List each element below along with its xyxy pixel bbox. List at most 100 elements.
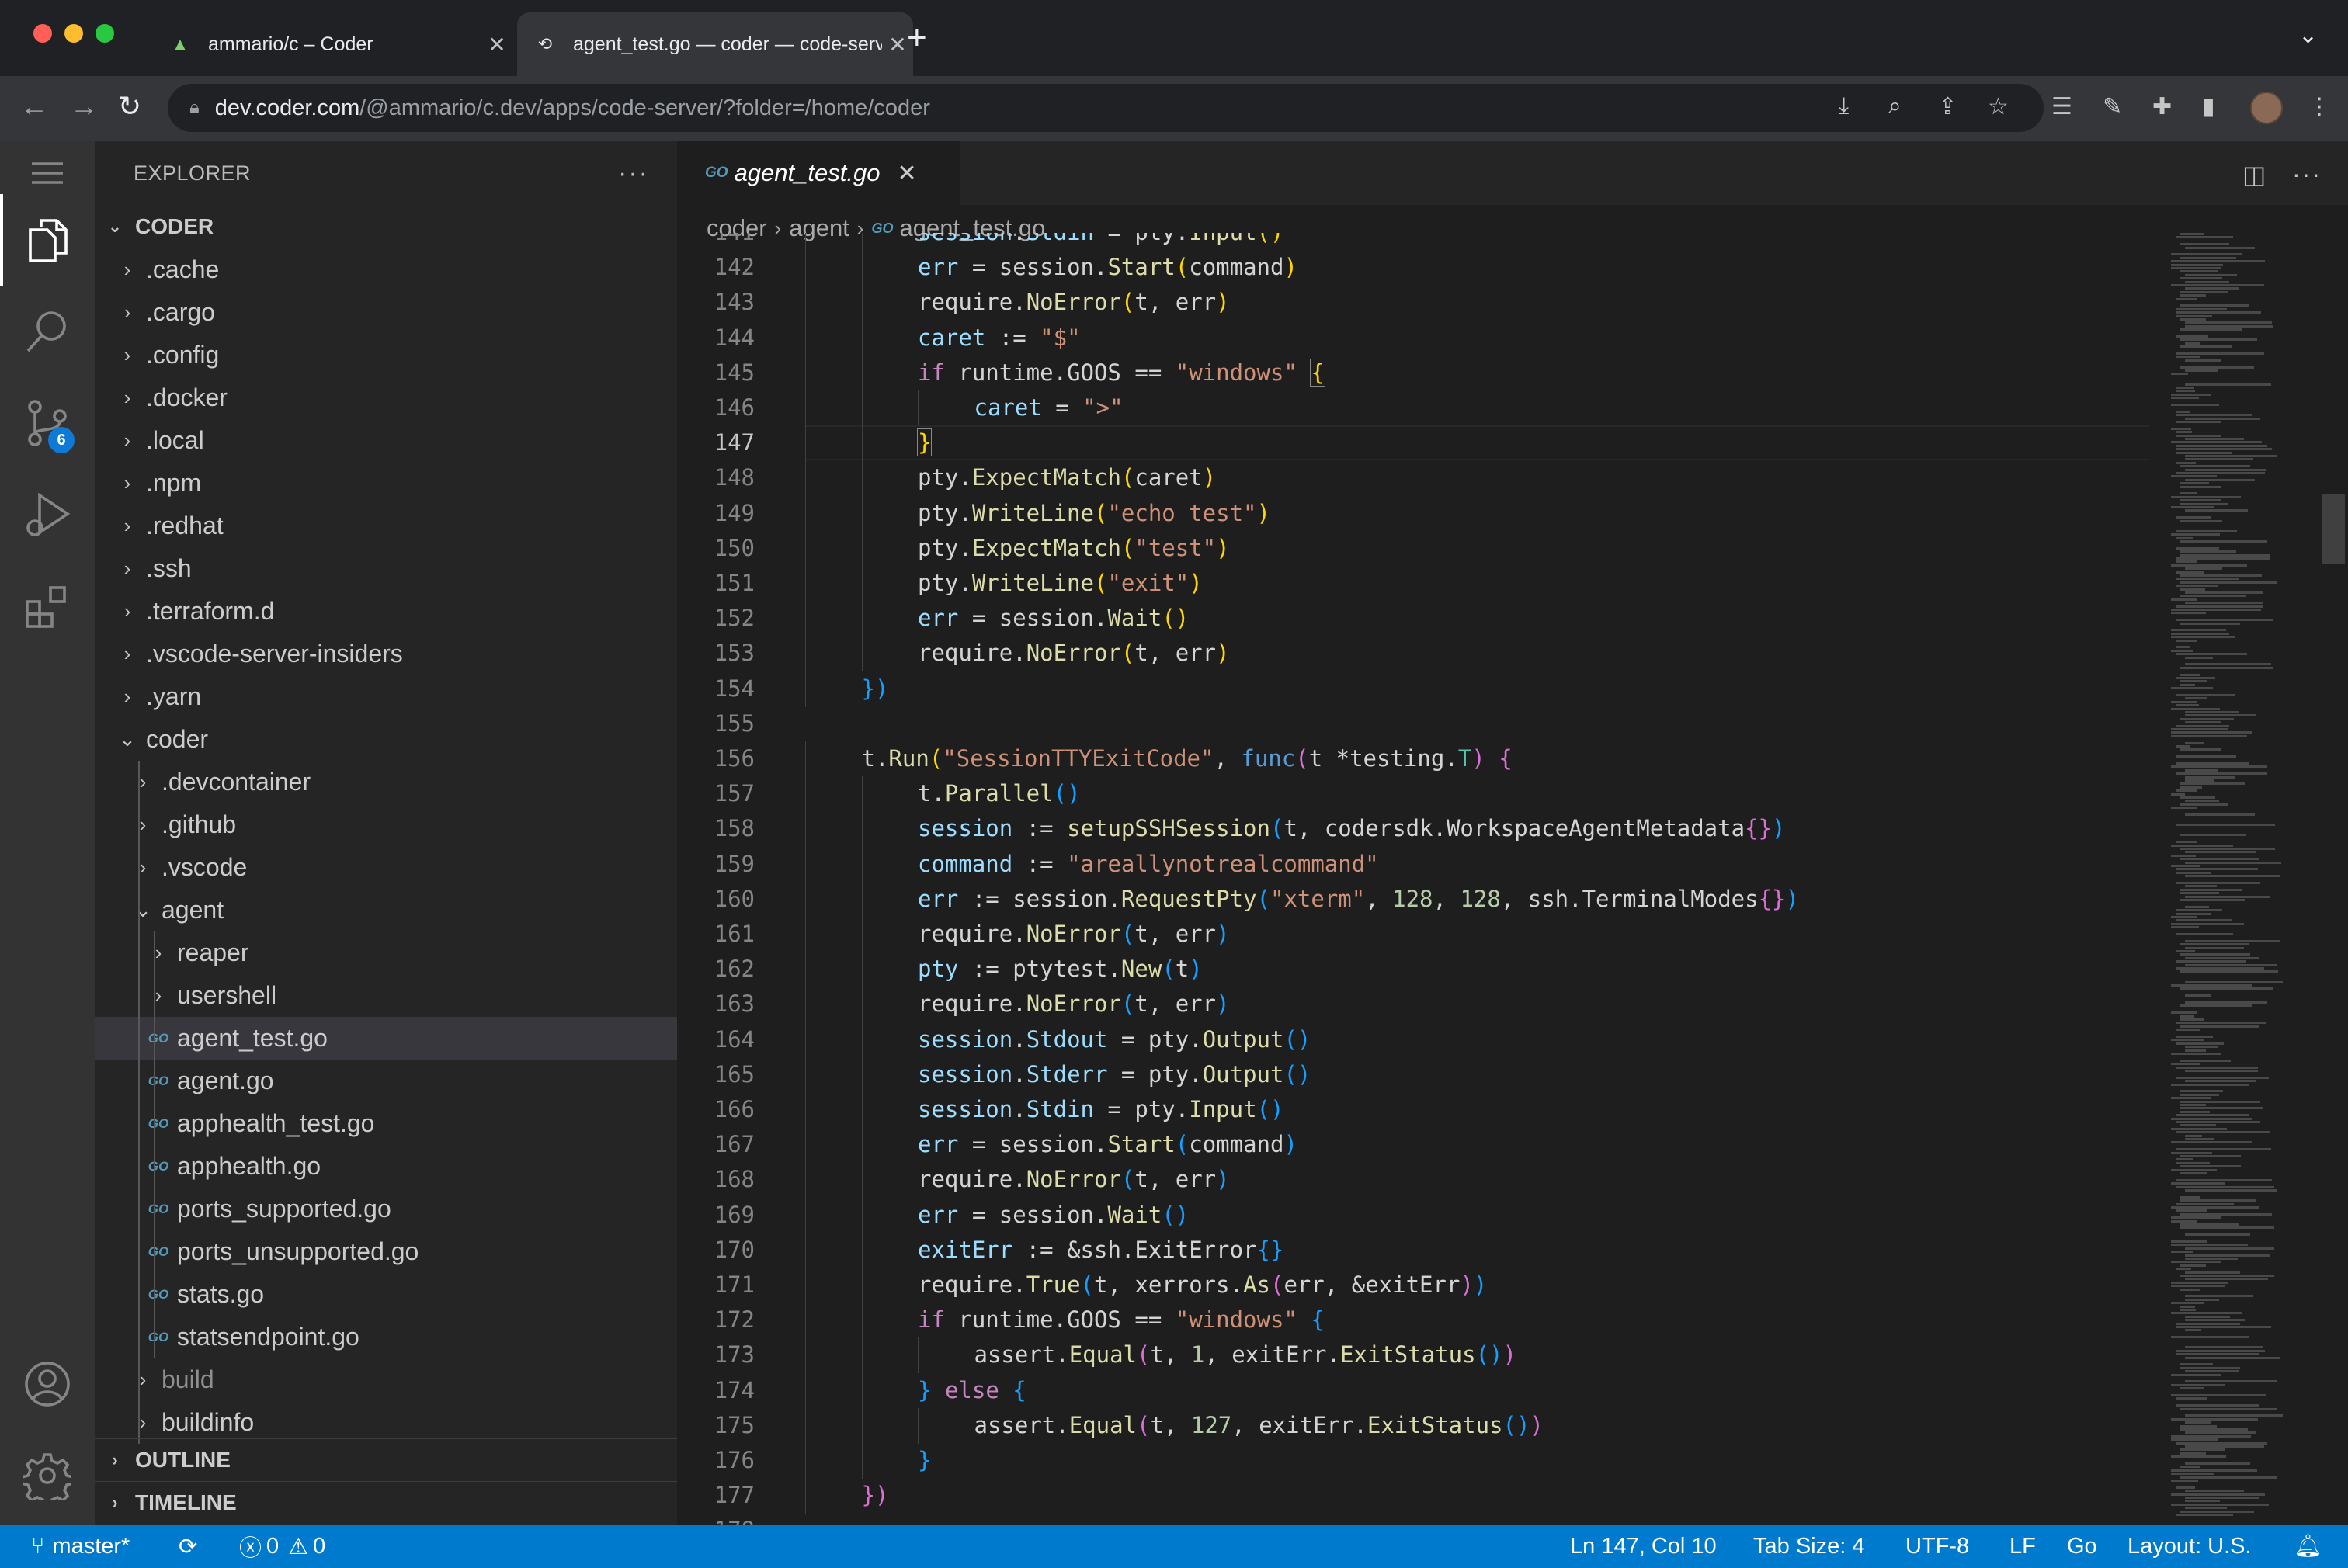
zoom-icon[interactable]: ⌕ [1888, 93, 1902, 120]
search-icon[interactable] [0, 286, 95, 377]
tree-folder[interactable]: › .local [95, 419, 677, 462]
workspace-root-header[interactable]: ⌄ CODER [95, 205, 677, 248]
code-line[interactable]: 178 [677, 1513, 2152, 1525]
source-control-icon[interactable]: 6 [0, 377, 95, 469]
code-line[interactable]: 165 session.Stderr = pty.Output() [677, 1056, 2152, 1093]
tree-folder[interactable]: › .ssh [95, 547, 677, 590]
code-line[interactable]: 146 caret = ">" [677, 390, 2152, 426]
code-line[interactable]: 166 session.Stdin = pty.Input() [677, 1092, 2152, 1128]
split-editor-icon[interactable]: ◫ [2242, 160, 2266, 189]
tree-folder[interactable]: › .cargo [95, 291, 677, 334]
profile-avatar[interactable] [2250, 92, 2283, 124]
tree-folder[interactable]: › .github [95, 803, 677, 846]
editor-scrollbar[interactable] [2322, 494, 2345, 564]
timeline-section[interactable]: › TIMELINE [95, 1481, 677, 1524]
close-tab-icon[interactable]: ✕ [481, 32, 512, 57]
tree-file[interactable]: GO ports_unsupported.go [95, 1230, 677, 1273]
tree-folder[interactable]: ⌄ agent [95, 889, 677, 931]
side-panel-icon[interactable]: ▮ [2202, 93, 2215, 120]
tree-folder[interactable]: › reaper [95, 931, 677, 974]
tree-folder[interactable]: › .redhat [95, 505, 677, 547]
code-line[interactable]: 142 err = session.Start(command) [677, 250, 2152, 286]
forward-button[interactable]: → [70, 90, 98, 123]
code-line[interactable]: 161 require.NoError(t, err) [677, 917, 2152, 952]
tree-folder[interactable]: › .npm [95, 462, 677, 505]
code-line[interactable]: 158 session := setupSSHSession(t, codersd… [677, 811, 2152, 848]
code-line[interactable]: 173 assert.Equal(t, 1, exitErr.ExitStatus… [677, 1337, 2152, 1374]
code-line[interactable]: 144 caret := "$" [677, 320, 2152, 356]
address-bar[interactable]: 🔒︎ dev.coder.com/@ammario/c.dev/apps/cod… [168, 84, 2044, 132]
tree-file[interactable]: GO agent_test.go [95, 1017, 677, 1060]
browser-tab-agent-test[interactable]: ⟲ agent_test.go — coder — code-server ✕ [517, 12, 913, 76]
install-app-icon[interactable]: ⤓ [1839, 93, 1849, 120]
new-tab-button[interactable]: + [907, 19, 927, 57]
close-window-button[interactable] [33, 24, 52, 43]
code-line[interactable]: 156 t.Run("SessionTTYExitCode", func(t *t… [677, 741, 2152, 777]
code-line[interactable]: 153 require.NoError(t, err) [677, 636, 2152, 672]
share-icon[interactable]: ⇪ [1938, 93, 1957, 120]
code-line[interactable]: 145 if runtime.GOOS == "windows" { [677, 355, 2152, 391]
tree-file[interactable]: GO agent.go [95, 1060, 677, 1102]
close-editor-icon[interactable]: ✕ [897, 160, 916, 187]
code-line[interactable]: 164 session.Stdout = pty.Output() [677, 1022, 2152, 1058]
account-icon[interactable] [0, 1338, 95, 1430]
tree-folder[interactable]: › build [95, 1358, 677, 1401]
editor-tab-agent-test[interactable]: GO agent_test.go ✕ [677, 141, 960, 205]
tree-file[interactable]: GO ports_supported.go [95, 1188, 677, 1230]
tree-file[interactable]: GO apphealth.go [95, 1145, 677, 1188]
code-line[interactable]: 149 pty.WriteLine("echo test") [677, 495, 2152, 532]
explorer-icon[interactable] [0, 194, 95, 286]
minimize-window-button[interactable] [64, 24, 83, 43]
code-line[interactable]: 168 require.NoError(t, err) [677, 1162, 2152, 1199]
notifications-bell-icon[interactable]: 🔔︎ [2294, 1525, 2322, 1568]
tree-file[interactable]: GO stats.go [95, 1273, 677, 1316]
code-line[interactable]: 143 require.NoError(t, err) [677, 285, 2152, 321]
code-line[interactable]: 160 err := session.RequestPty("xterm", 12… [677, 881, 2152, 918]
tree-folder[interactable]: › buildinfo [95, 1401, 677, 1444]
keyboard-layout[interactable]: Layout: U.S. [2127, 1525, 2252, 1568]
code-line[interactable]: 176} [677, 1443, 2152, 1479]
code-line[interactable]: 169 err = session.Wait() [677, 1197, 2152, 1233]
code-line[interactable]: 167 err = session.Start(command) [677, 1127, 2152, 1164]
code-line[interactable]: 141 session.Stdin = pty.Input() [677, 233, 2152, 251]
cursor-position[interactable]: Ln 147, Col 10 [1570, 1525, 1717, 1568]
problems-indicator[interactable]: ⓧ 0 ⚠ 0 [239, 1525, 325, 1568]
code-line[interactable]: 171 require.True(t, xerrors.As(err, &exit… [677, 1268, 2152, 1303]
code-line[interactable]: 174} else { [677, 1372, 2152, 1409]
editor-more-actions-icon[interactable]: ··· [2292, 160, 2322, 189]
reader-mode-icon[interactable]: ☰ [2051, 93, 2072, 120]
language-mode[interactable]: Go [2067, 1525, 2097, 1568]
code-line[interactable]: 147} [677, 425, 2152, 462]
tree-folder[interactable]: › .terraform.d [95, 590, 677, 633]
bookmark-star-icon[interactable]: ☆ [1988, 93, 2009, 120]
tree-file[interactable]: GO statsendpoint.go [95, 1316, 677, 1358]
tree-folder[interactable]: › usershell [95, 974, 677, 1017]
tree-folder[interactable]: › .config [95, 334, 677, 376]
settings-gear-icon[interactable] [0, 1430, 95, 1521]
tree-file[interactable]: GO apphealth_test.go [95, 1102, 677, 1145]
tree-folder[interactable]: › .vscode-server-insiders [95, 633, 677, 675]
code-line[interactable]: 177}) [677, 1478, 2152, 1514]
tree-folder[interactable]: › .cache [95, 248, 677, 291]
code-line[interactable]: 157 t.Parallel() [677, 776, 2152, 813]
code-line[interactable]: 162 pty := ptytest.New(t) [677, 952, 2152, 988]
tree-folder[interactable]: › .docker [95, 376, 677, 419]
code-line[interactable]: 159 command := "areallynotrealcommand" [677, 846, 2152, 883]
tree-folder[interactable]: › .vscode [95, 846, 677, 889]
code-line[interactable]: 175 assert.Equal(t, 127, exitErr.ExitStat… [677, 1407, 2152, 1444]
browser-menu-icon[interactable]: ⋮ [2308, 93, 2331, 120]
code-editor[interactable]: 141session.Stdin = pty.Input()142err = s… [677, 233, 2152, 1525]
tab-size[interactable]: Tab Size: 4 [1753, 1525, 1864, 1568]
reload-button[interactable]: ↻ [118, 90, 141, 123]
extensions-icon[interactable] [0, 560, 95, 652]
back-button[interactable]: ← [20, 90, 48, 123]
code-line[interactable]: 154}) [677, 671, 2152, 707]
tree-folder[interactable]: › .devcontainer [95, 761, 677, 803]
minimap[interactable] [2168, 233, 2315, 1525]
maximize-window-button[interactable] [96, 24, 114, 43]
code-line[interactable]: 155 [677, 706, 2152, 741]
encoding[interactable]: UTF-8 [1905, 1525, 1969, 1568]
browser-tab-coder[interactable]: ▲ ammario/c – Coder ✕ [152, 12, 512, 76]
tree-folder[interactable]: › .yarn [95, 675, 677, 718]
explorer-more-actions-icon[interactable]: ··· [618, 158, 649, 189]
